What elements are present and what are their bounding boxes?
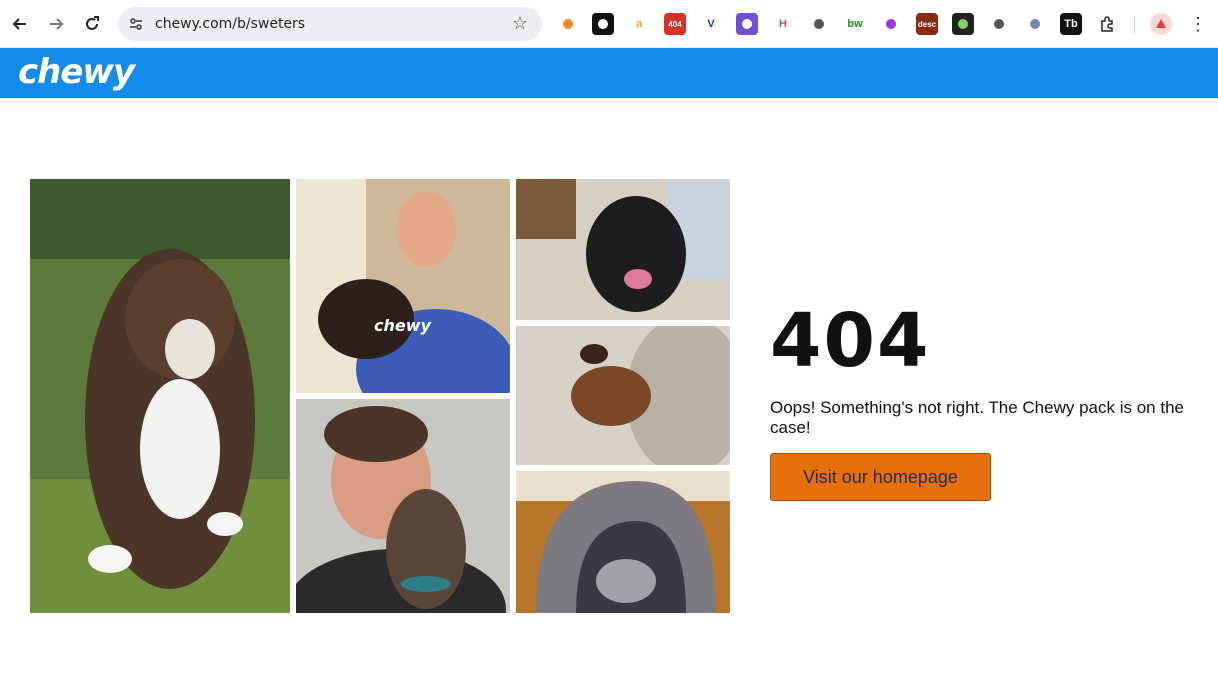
menu-icon[interactable]: ⋮: [1186, 12, 1210, 36]
ext-orange-leaf-icon[interactable]: [557, 13, 579, 35]
ext-bw-icon[interactable]: bw: [844, 13, 866, 35]
reload-icon[interactable]: [80, 12, 104, 36]
forward-icon[interactable]: [44, 12, 68, 36]
doodle-dog-photo: [516, 179, 730, 320]
ext-htag-icon[interactable]: H: [772, 13, 794, 35]
ext-v-icon[interactable]: V: [700, 13, 722, 35]
ext-purple-flower-icon[interactable]: [880, 13, 902, 35]
cat-in-tunnel-photo: [516, 471, 730, 613]
employee-with-dog-photo: chewy: [296, 179, 510, 393]
error-message: Oops! Something's not right. The Chewy p…: [770, 398, 1184, 437]
browser-toolbar: chewy.com/b/sweters ☆ a 404 V Hbw desc Tb ⋮: [0, 0, 1218, 48]
back-icon[interactable]: [8, 12, 32, 36]
address-bar[interactable]: chewy.com/b/sweters ☆: [118, 7, 542, 41]
man-with-cat-photo: [296, 399, 510, 613]
url-text: chewy.com/b/sweters: [155, 16, 306, 32]
ext-eye-icon[interactable]: [952, 13, 974, 35]
site-header: [0, 48, 1218, 98]
ext-mask-icon[interactable]: [592, 13, 614, 35]
ext-404-icon[interactable]: 404: [664, 13, 686, 35]
bookmark-star-icon[interactable]: ☆: [512, 13, 528, 34]
site-settings-icon[interactable]: [126, 14, 146, 34]
chewy-logo[interactable]: chewy: [18, 52, 135, 92]
small-dog-in-bed-photo: [516, 326, 730, 465]
svg-text:chewy: chewy: [374, 316, 432, 335]
error-code: 404: [770, 298, 931, 384]
ext-refresh-c-icon[interactable]: [988, 13, 1010, 35]
ext-gear-purple-icon[interactable]: [736, 13, 758, 35]
ext-shield-icon[interactable]: [1024, 13, 1046, 35]
extensions-icon[interactable]: [1096, 13, 1118, 35]
visit-homepage-button[interactable]: Visit our homepage: [770, 453, 991, 501]
ext-amazon-icon[interactable]: a: [628, 13, 650, 35]
toolbar-divider: [1134, 16, 1135, 34]
ext-tb-icon[interactable]: Tb: [1060, 13, 1082, 35]
ext-magnifier-icon[interactable]: [808, 13, 830, 35]
dog-photo-large: [30, 179, 290, 613]
ext-desc-icon[interactable]: desc: [916, 13, 938, 35]
profile-avatar[interactable]: [1150, 13, 1172, 35]
